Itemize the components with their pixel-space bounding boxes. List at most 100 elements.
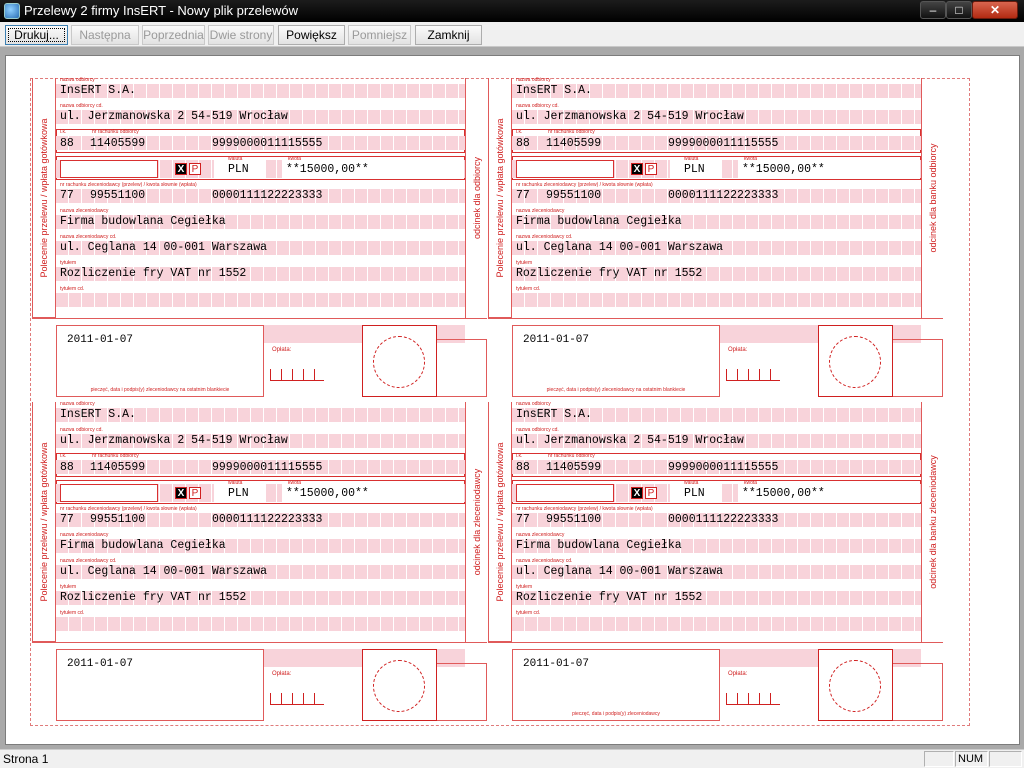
form-body: nazwa odbiorcy InsERT S.A. nazwa odbiorc… bbox=[512, 77, 921, 318]
date-signature-box: 2011-01-07 pieczęć, data i podpis(y) zle… bbox=[512, 649, 720, 721]
currency: PLN bbox=[684, 163, 705, 176]
print-preview-area[interactable]: Polecenie przelewu / wpłata gotówkowa od… bbox=[0, 47, 1024, 749]
oplata-cells bbox=[726, 369, 780, 381]
amount: **15000,00** bbox=[286, 487, 369, 500]
payer-part1: 99551100 bbox=[546, 189, 602, 202]
two-pages-button[interactable]: Dwie strony bbox=[208, 25, 274, 45]
page-indicator: Strona 1 bbox=[3, 752, 49, 766]
x-mark: X bbox=[175, 163, 187, 175]
form-field-background bbox=[60, 484, 158, 502]
form-field-background bbox=[516, 484, 614, 502]
payer-address-row: nazwa zleceniodawcy cd. ul. Ceglana 14 0… bbox=[512, 234, 921, 255]
form-field-label: nazwa odbiorcy cd. bbox=[516, 427, 559, 433]
form-field-label: nazwa zleceniodawcy cd. bbox=[60, 558, 117, 564]
zoom-in-button[interactable]: Powiększ bbox=[278, 25, 345, 45]
p-mark: P bbox=[189, 487, 201, 499]
minimize-button[interactable]: – bbox=[920, 1, 946, 19]
payer-part1: 99551100 bbox=[90, 189, 146, 202]
zoom-out-button[interactable]: Pomniejsz bbox=[348, 25, 411, 45]
payer-part2: 0000111122223333 bbox=[212, 513, 323, 526]
form-field-label: tytułem bbox=[60, 584, 77, 590]
side-label-right: odcinek dla banku odbiorcy bbox=[921, 78, 943, 318]
payment-title: Rozliczenie fry VAT nr 1552 bbox=[60, 267, 247, 280]
stamp-circle bbox=[829, 660, 881, 712]
currency: PLN bbox=[228, 163, 249, 176]
account-ctrl: 88 bbox=[60, 461, 74, 474]
amount-row: X P waluta PLN kwota **15000,00** bbox=[56, 480, 465, 502]
payment-title: Rozliczenie fry VAT nr 1552 bbox=[60, 591, 247, 604]
payer-ctrl: 77 bbox=[60, 189, 74, 202]
stamp-box bbox=[362, 325, 437, 397]
form-field-label: nr rachunku odbiorcy bbox=[92, 453, 139, 459]
print-button[interactable]: Drukuj... bbox=[5, 25, 68, 45]
form-field-label: nazwa zleceniodawcy cd. bbox=[516, 234, 573, 240]
recipient-address-row: nazwa odbiorcy cd. ul. Jerzmanowska 2 54… bbox=[512, 103, 921, 124]
payer-address: ul. Ceglana 14 00-001 Warszawa bbox=[516, 241, 724, 254]
form-field-label: nazwa odbiorcy bbox=[60, 77, 95, 83]
maximize-button[interactable]: □ bbox=[946, 1, 972, 19]
date: 2011-01-07 bbox=[523, 334, 590, 346]
account-part2: 9999000011115555 bbox=[212, 461, 323, 474]
title-bar: Przelewy 2 firmy InsERT - Nowy plik prze… bbox=[0, 0, 1024, 22]
oplata-cells bbox=[726, 693, 780, 705]
recipient-address-row: nazwa odbiorcy cd. ul. Jerzmanowska 2 54… bbox=[512, 427, 921, 448]
num-lock-indicator: NUM bbox=[955, 751, 988, 767]
payer-account-row: nr rachunku zleceniodawcy (przelew) / kw… bbox=[512, 182, 921, 203]
status-cell-empty bbox=[924, 751, 954, 767]
stamp-circle bbox=[373, 336, 425, 388]
recipient-name: InsERT S.A. bbox=[516, 84, 592, 97]
signature-caption: pieczęć, data i podpis(y) zleceniodawcy … bbox=[546, 387, 686, 393]
form-bottom: 2011-01-07 Opłata: bbox=[32, 642, 487, 726]
form-field-label: nr rachunku zleceniodawcy (przelew) / kw… bbox=[60, 506, 197, 512]
form-field-background bbox=[516, 160, 614, 178]
date-signature-box: 2011-01-07 bbox=[56, 649, 264, 721]
recipient-name-row: nazwa odbiorcy InsERT S.A. bbox=[56, 401, 465, 422]
payer-address-row: nazwa zleceniodawcy cd. ul. Ceglana 14 0… bbox=[56, 558, 465, 579]
window-title: Przelewy 2 firmy InsERT - Nowy plik prze… bbox=[24, 3, 299, 18]
form-field-label: nazwa zleceniodawcy bbox=[60, 532, 109, 538]
form-field-label: Polecenie przelewu / wpłata gotówkowa bbox=[39, 117, 49, 278]
payment-title: Rozliczenie fry VAT nr 1552 bbox=[516, 591, 703, 604]
form-field-label: l.k. bbox=[516, 129, 523, 135]
p-mark: P bbox=[189, 163, 201, 175]
recipient-name: InsERT S.A. bbox=[60, 84, 136, 97]
form-field-label: l.k. bbox=[60, 129, 67, 135]
form-field-label: nazwa odbiorcy bbox=[516, 401, 551, 407]
side-label-left: Polecenie przelewu / wpłata gotówkowa bbox=[488, 402, 512, 642]
p-mark: P bbox=[645, 163, 657, 175]
account-part1: 11405599 bbox=[90, 461, 146, 474]
form-field-background bbox=[56, 617, 465, 631]
payer-name-row: nazwa zleceniodawcy Firma budowlana Cegi… bbox=[56, 208, 465, 229]
app-icon[interactable] bbox=[4, 3, 20, 19]
amount: **15000,00** bbox=[286, 163, 369, 176]
payer-address-row: nazwa zleceniodawcy cd. ul. Ceglana 14 0… bbox=[56, 234, 465, 255]
status-cell-scroll bbox=[989, 751, 1022, 767]
account-ctrl: 88 bbox=[516, 137, 530, 150]
recipient-name-row: nazwa odbiorcy InsERT S.A. bbox=[56, 77, 465, 98]
payer-address-row: nazwa zleceniodawcy cd. ul. Ceglana 14 0… bbox=[512, 558, 921, 579]
close-preview-button[interactable]: Zamknij bbox=[415, 25, 482, 45]
form-bottom: 2011-01-07 pieczęć, data i podpis(y) zle… bbox=[32, 318, 487, 402]
payer-address: ul. Ceglana 14 00-001 Warszawa bbox=[60, 241, 268, 254]
payer-part1: 99551100 bbox=[90, 513, 146, 526]
form-field-label: nr rachunku odbiorcy bbox=[92, 129, 139, 135]
status-bar: Strona 1 NUM bbox=[0, 749, 1024, 768]
previous-page-button[interactable]: Poprzednia bbox=[142, 25, 205, 45]
amount-row: X P waluta PLN kwota **15000,00** bbox=[512, 480, 921, 502]
recipient-address-row: nazwa odbiorcy cd. ul. Jerzmanowska 2 54… bbox=[56, 103, 465, 124]
transfer-form-3: Polecenie przelewu / wpłata gotówkowa od… bbox=[32, 401, 487, 726]
date-signature-box: 2011-01-07 pieczęć, data i podpis(y) zle… bbox=[512, 325, 720, 397]
form-field-label: tytułem cd. bbox=[516, 610, 541, 616]
transfer-form-1: Polecenie przelewu / wpłata gotówkowa od… bbox=[32, 77, 487, 402]
payer-part2: 0000111122223333 bbox=[212, 189, 323, 202]
form-field-label: nr rachunku zleceniodawcy (przelew) / kw… bbox=[516, 506, 653, 512]
side-tab bbox=[437, 339, 487, 397]
oplata-cells bbox=[270, 693, 324, 705]
close-window-button[interactable]: ✕ bbox=[972, 1, 1018, 19]
recipient-account-row: l.k. nr rachunku odbiorcy 88 11405599 99… bbox=[56, 453, 465, 474]
recipient-name-row: nazwa odbiorcy InsERT S.A. bbox=[512, 77, 921, 98]
recipient-address: ul. Jerzmanowska 2 54-519 Wrocław bbox=[516, 110, 744, 123]
side-tab bbox=[437, 663, 487, 721]
next-page-button[interactable]: Następna bbox=[71, 25, 139, 45]
currency: PLN bbox=[228, 487, 249, 500]
